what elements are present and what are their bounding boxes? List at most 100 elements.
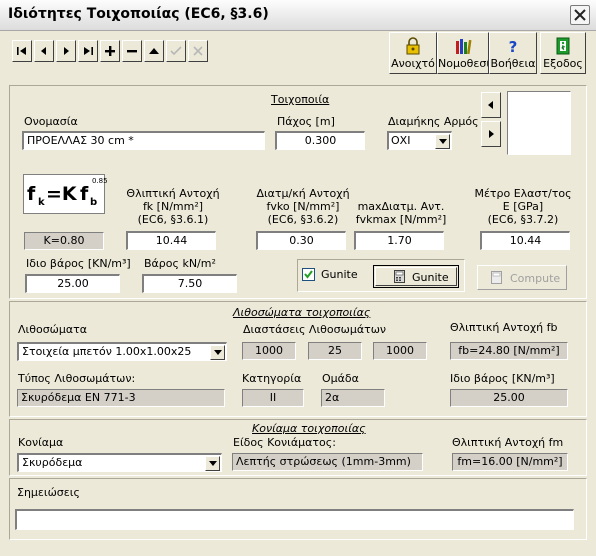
dims-label: Διαστάσεις Λιθοσωμάτων bbox=[243, 323, 387, 336]
mortar-dropdown-button[interactable] bbox=[205, 456, 220, 471]
thickness-field[interactable]: 0.300 bbox=[275, 131, 365, 150]
units-select[interactable]: Στοιχεία μπετόν 1.00x1.00x25 bbox=[17, 342, 227, 361]
check-icon bbox=[170, 46, 182, 56]
calculator-icon bbox=[491, 271, 502, 284]
exit-label: Εξοδος bbox=[543, 57, 583, 70]
formula-exp: 0.85 bbox=[92, 177, 108, 185]
type-value: Σκυρόδεμα EN 771-3 bbox=[17, 389, 225, 407]
fvko-label-2: fvko [N/mm²] bbox=[266, 200, 340, 213]
window-title: Ιδιότητες Τοιχοποιίας (EC6, §3.6) bbox=[8, 6, 269, 22]
cancel-record-button[interactable] bbox=[188, 40, 208, 62]
image-next-button[interactable] bbox=[481, 121, 501, 147]
gunite-checkbox[interactable] bbox=[302, 268, 315, 281]
add-icon bbox=[105, 46, 115, 56]
weight-label: Βάρος kN/m² bbox=[144, 257, 216, 270]
fm-value: fm=16.00 [N/mm²] bbox=[452, 453, 568, 471]
help-label: Βοήθεια bbox=[490, 57, 536, 70]
last-record-button[interactable] bbox=[78, 40, 98, 62]
dialog-window: Ιδιότητες Τοιχοποιίας (EC6, §3.6) Ανοιχτ… bbox=[0, 0, 596, 556]
thickness-label: Πάχος [m] bbox=[277, 115, 335, 128]
self-weight-label: Ιδιο βάρος [KN/m³] bbox=[26, 257, 131, 270]
joint-select[interactable]: ΟΧΙ bbox=[387, 131, 452, 150]
e-label-2: E [GPa] bbox=[502, 200, 544, 213]
fvkmax-label-1: maxΔιατμ. Αντ. bbox=[357, 200, 445, 213]
fb-value: fb=24.80 [N/mm²] bbox=[450, 342, 568, 360]
compute-label: Compute bbox=[510, 272, 561, 285]
masonry-image bbox=[507, 91, 571, 155]
k-value: K=0.80 bbox=[24, 232, 104, 250]
last-icon bbox=[84, 47, 93, 55]
first-record-button[interactable] bbox=[12, 40, 32, 62]
joint-dropdown-button[interactable] bbox=[435, 134, 450, 149]
formula-b-sub: b bbox=[90, 197, 98, 208]
next-icon bbox=[489, 130, 494, 138]
check-icon bbox=[304, 270, 313, 279]
fk-label-1: Θλιπτική Αντοχή bbox=[126, 187, 220, 200]
fvko-field[interactable]: 0.30 bbox=[256, 231, 346, 250]
title-bar[interactable]: Ιδιότητες Τοιχοποιίας (EC6, §3.6) bbox=[0, 0, 596, 31]
fk-label-3: (EC6, §3.6.1) bbox=[137, 213, 209, 226]
unit-weight-label: Ιδιο βάρος [KN/m³] bbox=[450, 372, 555, 385]
notes-label: Σημειώσεις bbox=[17, 486, 80, 499]
image-prev-button[interactable] bbox=[481, 92, 501, 118]
self-weight-field[interactable]: 25.00 bbox=[25, 274, 120, 293]
mortar-kind-value: Λεπτής στρώσεως (1mm-3mm) bbox=[232, 453, 423, 471]
fvko-label-3: (EC6, §3.6.2) bbox=[267, 213, 339, 226]
fb-label: Θλιπτική Αντοχή fb bbox=[450, 321, 558, 334]
dim-width: 25 bbox=[308, 342, 362, 360]
group-label: Ομάδα bbox=[322, 372, 359, 385]
gunite-check-label: Gunite bbox=[321, 268, 358, 281]
gunite-button-label: Gunite bbox=[412, 271, 449, 284]
delete-icon bbox=[127, 50, 137, 53]
masonry-section-title: Τοιχοποιία bbox=[271, 93, 330, 106]
add-record-button[interactable] bbox=[100, 40, 120, 62]
chevron-down-icon bbox=[214, 350, 222, 355]
open-label: Ανοιχτό bbox=[391, 57, 435, 70]
compute-button[interactable]: Compute bbox=[477, 265, 567, 290]
mortar-kind-label: Είδος Κονιάματος: bbox=[233, 436, 336, 449]
units-label: Λιθοσώματα bbox=[18, 323, 88, 336]
e-field[interactable]: 10.44 bbox=[480, 231, 570, 250]
fk-field[interactable]: 10.44 bbox=[126, 231, 216, 250]
e-label-1: Μέτρο Ελαστ/τος bbox=[474, 187, 572, 200]
open-button[interactable]: Ανοιχτό bbox=[389, 32, 437, 74]
help-button[interactable]: ? Βοήθεια bbox=[489, 32, 537, 74]
formula-eq: =K bbox=[46, 183, 77, 205]
gunite-button[interactable]: Gunite bbox=[373, 265, 459, 288]
mortar-value: Σκυρόδεμα bbox=[22, 456, 83, 469]
previous-record-button[interactable] bbox=[34, 40, 54, 62]
weight-field[interactable]: 7.50 bbox=[142, 274, 237, 293]
first-icon bbox=[17, 47, 26, 55]
mortar-select[interactable]: Σκυρόδεμα bbox=[17, 453, 222, 472]
exit-button[interactable]: Εξοδος bbox=[540, 32, 586, 74]
delete-record-button[interactable] bbox=[122, 40, 142, 62]
post-record-button[interactable] bbox=[166, 40, 186, 62]
lock-icon bbox=[406, 37, 420, 55]
fvkmax-field[interactable]: 1.70 bbox=[354, 231, 444, 250]
previous-icon bbox=[488, 101, 493, 109]
name-field[interactable]: ΠΡΟΕΛΛΑΣ 30 cm * bbox=[22, 131, 265, 150]
fvko-label-1: Διατμ/κή Αντοχή bbox=[256, 187, 350, 200]
units-dropdown-button[interactable] bbox=[210, 345, 225, 360]
next-icon bbox=[64, 47, 69, 55]
category-label: Κατηγορία bbox=[242, 372, 302, 385]
up-icon bbox=[149, 48, 159, 54]
exit-icon bbox=[556, 37, 570, 55]
notes-field[interactable] bbox=[15, 509, 574, 530]
dim-height: 1000 bbox=[373, 342, 427, 360]
previous-icon bbox=[41, 47, 46, 55]
cancel-icon bbox=[193, 46, 203, 56]
chevron-down-icon bbox=[439, 139, 447, 144]
category-value: II bbox=[242, 389, 304, 407]
next-record-button[interactable] bbox=[56, 40, 76, 62]
help-icon: ? bbox=[509, 38, 518, 55]
close-button[interactable] bbox=[570, 5, 590, 25]
units-section-title: Λιθοσώματα τοιχοποιίας bbox=[233, 306, 371, 319]
calculator-icon bbox=[394, 270, 405, 283]
dim-length: 1000 bbox=[242, 342, 296, 360]
fvkmax-label-2: fvkmax [N/mm²] bbox=[355, 213, 447, 226]
legislation-button[interactable]: Νομοθεσία bbox=[437, 32, 489, 74]
edit-record-button[interactable] bbox=[144, 40, 164, 62]
fk-label-2: fk [N/mm²] bbox=[142, 200, 204, 213]
joint-label: Διαμήκης Αρμός bbox=[388, 115, 479, 128]
